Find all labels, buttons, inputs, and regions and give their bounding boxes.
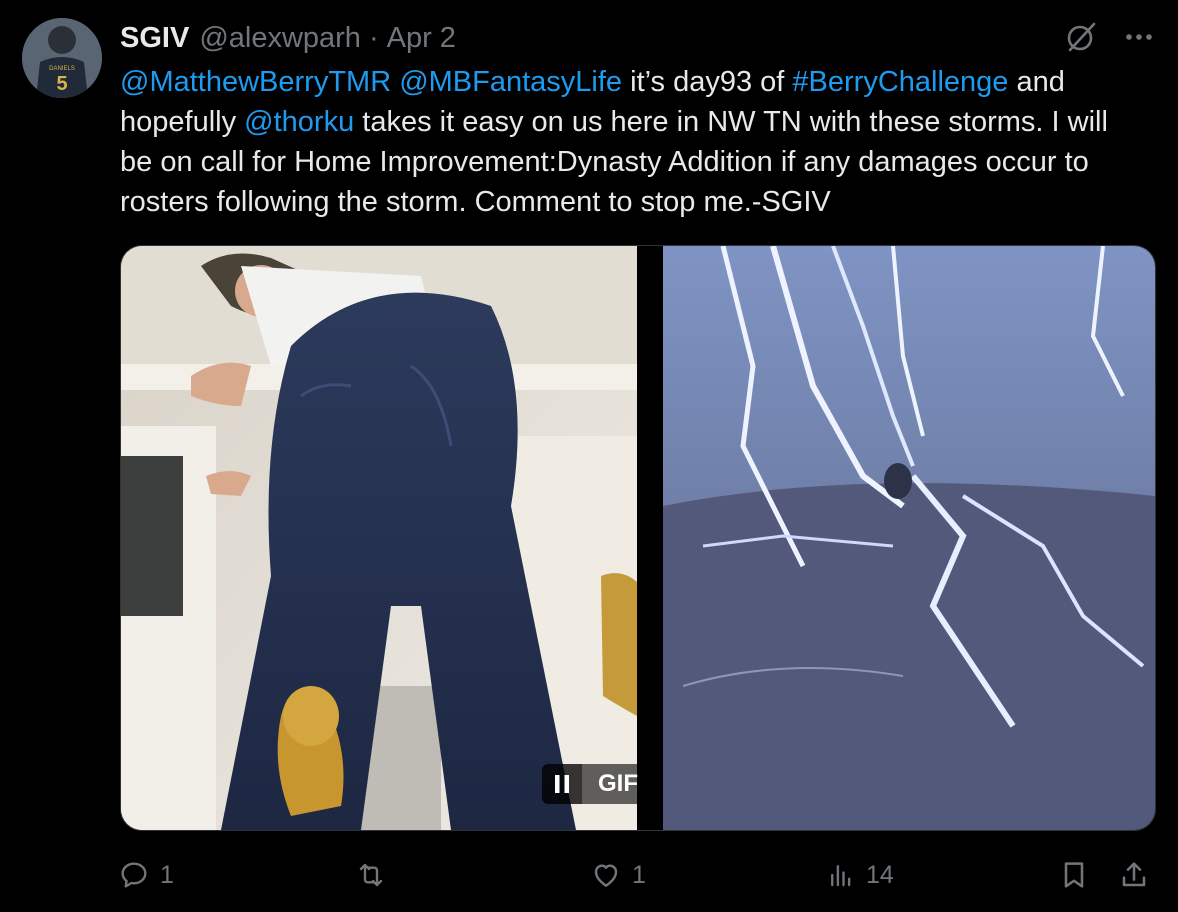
avatar-jersey-name: DANIELS	[49, 66, 75, 72]
action-bar: 1 1 14	[118, 852, 1158, 898]
mention-link[interactable]: @MBFantasyLife	[399, 66, 622, 98]
author-name[interactable]: SGIV	[120, 22, 189, 55]
reply-icon	[121, 862, 147, 888]
bookmark-icon	[1064, 862, 1084, 888]
like-button[interactable]: 1	[590, 852, 646, 898]
tweet-header: SGIV @alexwparh · Apr 2	[120, 18, 456, 58]
reply-button[interactable]: 1	[118, 852, 174, 898]
view-count: 14	[866, 860, 894, 889]
tweet-card[interactable]: DANIELS 5 SGIV @alexwparh · Apr 2 @Matth…	[0, 0, 1178, 912]
repost-icon	[359, 863, 383, 887]
heart-icon	[594, 864, 618, 887]
like-count: 1	[632, 860, 646, 889]
gif-badge[interactable]: GIF	[542, 764, 654, 804]
mention-link[interactable]: @MatthewBerryTMR	[120, 66, 391, 98]
gif-label: GIF	[582, 764, 654, 804]
bookmark-button[interactable]	[1058, 852, 1090, 898]
tweet-top-icons	[1064, 20, 1154, 54]
share-icon	[1122, 862, 1146, 887]
avatar[interactable]: DANIELS 5	[22, 18, 102, 98]
media-photo-left[interactable]	[121, 246, 637, 830]
author-handle[interactable]: @alexwparh	[199, 22, 361, 55]
tweet-text-segment	[391, 66, 399, 98]
repost-button[interactable]	[354, 852, 398, 898]
share-button[interactable]	[1118, 852, 1150, 898]
tweet-date[interactable]: Apr 2	[387, 22, 456, 55]
avatar-jersey-number: 5	[56, 73, 67, 95]
reply-count: 1	[160, 860, 174, 889]
tweet-text-segment: it’s day93 of	[622, 66, 793, 98]
separator-dot: ·	[368, 21, 379, 54]
views-icon	[831, 865, 851, 887]
mention-link[interactable]: @thorku	[244, 106, 354, 138]
more-icon[interactable]	[1124, 32, 1154, 42]
media-grid[interactable]	[120, 245, 1156, 831]
views-button[interactable]: 14	[826, 852, 894, 898]
tweet-text: @MatthewBerryTMR @MBFantasyLife it’s day…	[120, 62, 1140, 222]
hashtag-link[interactable]: #BerryChallenge	[792, 66, 1008, 98]
grok-icon[interactable]	[1064, 20, 1098, 54]
media-photo-right[interactable]	[663, 246, 1155, 830]
pause-icon[interactable]	[542, 764, 582, 804]
